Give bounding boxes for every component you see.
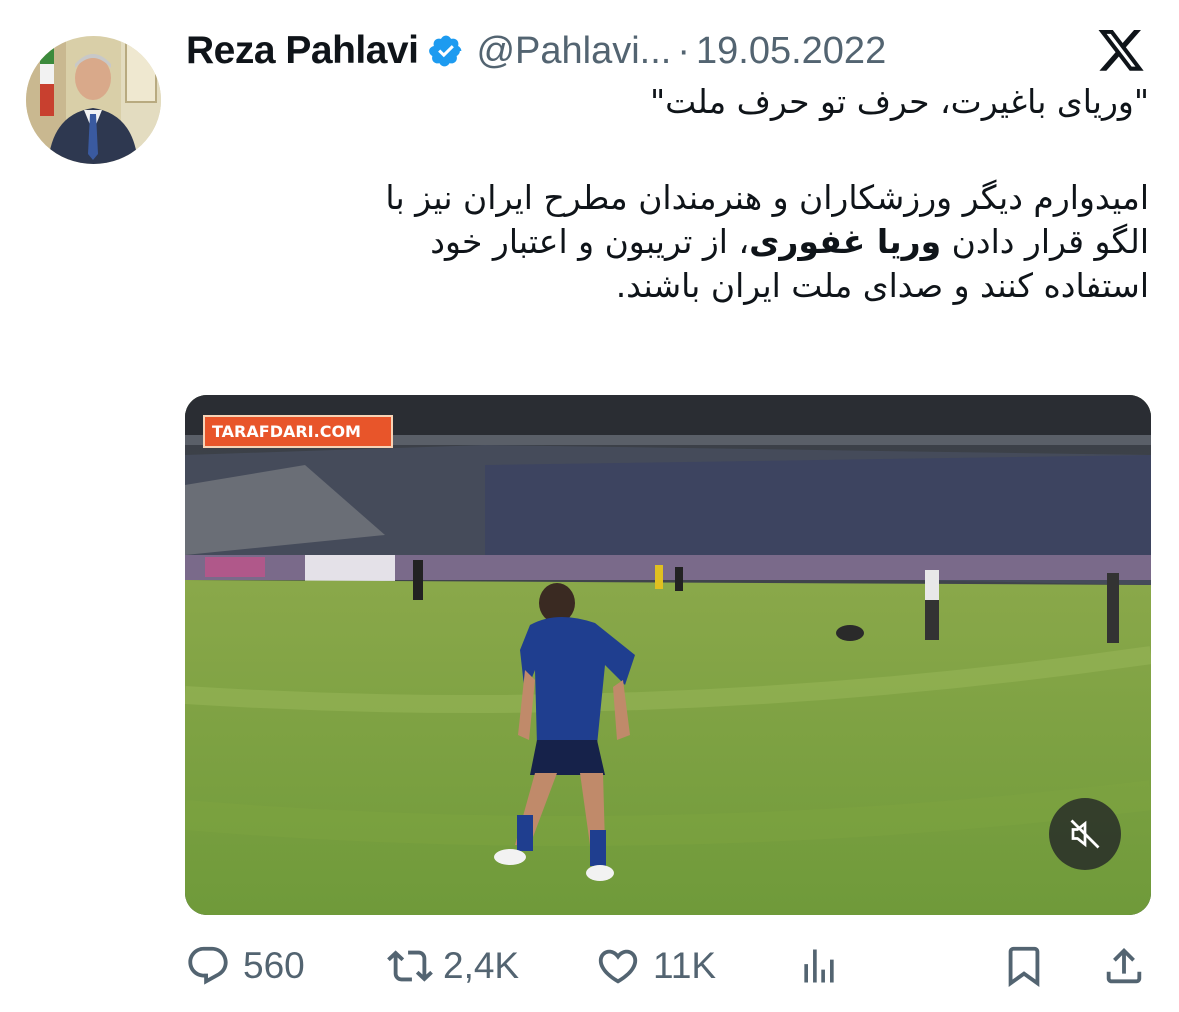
author-handle[interactable]: @Pahlavi... (476, 30, 671, 73)
tweet-line-1: امیدوارم دیگر ورزشکاران و هنرمندان مطرح … (385, 178, 1149, 217)
avatar[interactable] (26, 36, 161, 164)
reply-button[interactable]: 560 (185, 940, 305, 992)
bookmark-button[interactable] (1001, 940, 1047, 992)
mute-icon (1067, 816, 1103, 852)
share-button[interactable] (1101, 940, 1147, 992)
tweet-mention-bold: وریا غفوری (749, 222, 942, 261)
like-button[interactable]: 11K (593, 940, 716, 992)
video-watermark: TARAFDARI.COM (203, 415, 393, 448)
tweet-line-3: استفاده کنند و صدای ملت ایران باشند. (615, 266, 1149, 305)
display-name[interactable]: Reza Pahlavi (186, 29, 419, 73)
verified-badge-icon (428, 33, 464, 69)
retweet-count: 2,4K (443, 945, 520, 986)
tweet-video[interactable]: TARAFDARI.COM (185, 395, 1151, 915)
tweet-line-2: الگو قرار دادن وریا غفوری، از تریبون و ا… (209, 220, 1149, 264)
share-icon (1101, 943, 1147, 989)
bookmark-icon (1001, 943, 1047, 989)
separator-dot: · (677, 29, 691, 72)
tweet-quote: "وریای باغیرت، حرف تو حرف ملت" (650, 82, 1149, 121)
tweet-line-2-pre: الگو قرار دادن (951, 222, 1149, 261)
tweet-header: Reza Pahlavi @Pahlavi... · 19.05.2022 (186, 26, 886, 76)
x-logo-icon (1095, 30, 1147, 76)
tweet-actions: 560 2,4K 11K (185, 940, 1151, 992)
tweet-date[interactable]: 19.05.2022 (696, 30, 886, 73)
tweet-line-2-post: ، از تریبون و اعتبار خود (430, 222, 750, 261)
mute-button[interactable] (1049, 798, 1121, 870)
views-button[interactable] (797, 940, 841, 992)
reply-icon (185, 943, 231, 989)
reply-count: 560 (243, 945, 305, 986)
views-icon (797, 943, 841, 989)
like-count: 11K (653, 945, 717, 986)
retweet-icon (385, 943, 435, 989)
like-icon (593, 943, 643, 989)
retweet-button[interactable]: 2,4K (385, 940, 519, 992)
tweet-text: "وریای باغیرت، حرف تو حرف ملت" امیدوارم … (209, 80, 1149, 308)
